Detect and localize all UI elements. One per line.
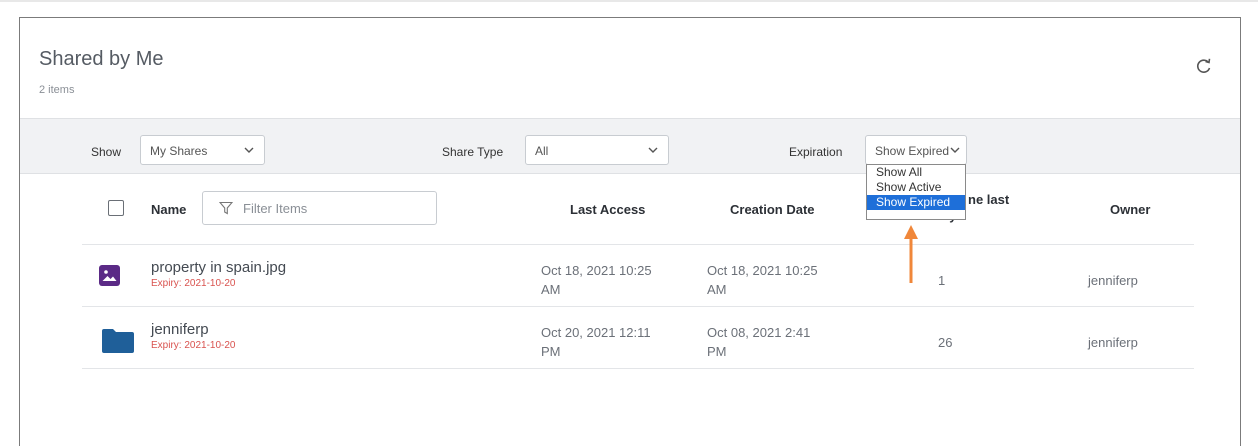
column-owner[interactable]: Owner [1110, 202, 1150, 217]
owner-cell: jenniferp [1088, 273, 1138, 288]
expiration-select[interactable]: Show Expired [865, 135, 967, 165]
column-name[interactable]: Name [151, 202, 186, 217]
share-type-label: Share Type [442, 145, 504, 159]
page-title: Shared by Me [39, 48, 164, 70]
expiration-select-value: Show Expired [875, 144, 950, 158]
last-access-date: Oct 18, 2021 10:25 [541, 263, 652, 278]
table-row[interactable]: jenniferp Expiry: 2021-10-20 Oct 20, 202… [82, 306, 1194, 368]
creation-date: Oct 08, 2021 2:41 [707, 325, 811, 340]
owner-cell: jenniferp [1088, 335, 1138, 350]
annotation-arrow-icon [904, 225, 918, 283]
chevron-down-icon [648, 147, 658, 153]
table-bottom-divider [82, 368, 1194, 369]
table-header: Name Last Access Creation Date ne last 3… [82, 174, 1194, 244]
expiry-date: Expiry: 2021-10-20 [151, 278, 236, 289]
top-divider [0, 0, 1258, 2]
item-count: 2 items [39, 84, 75, 96]
expiration-dropdown-menu: Show All Show Active Show Expired [866, 164, 966, 220]
creation-ampm: AM [707, 282, 727, 297]
last-access-cell: Oct 20, 2021 12:11 PM [541, 323, 651, 361]
column-last-access[interactable]: Last Access [570, 202, 645, 217]
share-type-select[interactable]: All [525, 135, 669, 165]
filter-bar: Show My Shares Share Type All Expiration… [20, 118, 1240, 174]
refresh-icon[interactable] [1194, 56, 1214, 76]
column-creation-date[interactable]: Creation Date [730, 202, 815, 217]
select-all-checkbox[interactable] [108, 200, 124, 216]
share-type-select-value: All [535, 144, 549, 158]
show-select-value: My Shares [150, 144, 208, 158]
last-access-cell: Oct 18, 2021 10:25 AM [541, 261, 652, 299]
shared-by-me-panel: Shared by Me 2 items Show My Shares Shar… [19, 17, 1241, 446]
option-show-all[interactable]: Show All [867, 165, 965, 180]
expiry-date: Expiry: 2021-10-20 [151, 340, 236, 351]
filter-items-input[interactable] [243, 201, 423, 216]
last-access-ampm: AM [541, 282, 561, 297]
chevron-down-icon [244, 147, 254, 153]
option-show-expired[interactable]: Show Expired [867, 195, 965, 210]
creation-date-cell: Oct 08, 2021 2:41 PM [707, 323, 810, 361]
table-row[interactable]: property in spain.jpg Expiry: 2021-10-20… [82, 244, 1194, 306]
panel-header: Shared by Me 2 items [20, 18, 1240, 118]
downloads-cell: 26 [938, 335, 953, 350]
chevron-down-icon [950, 146, 960, 154]
expiration-label: Expiration [789, 145, 843, 159]
folder-icon [102, 329, 134, 353]
filter-funnel-icon [219, 201, 233, 215]
show-label: Show [91, 145, 122, 159]
creation-ampm: PM [707, 344, 727, 359]
file-name[interactable]: property in spain.jpg [151, 259, 286, 276]
file-name[interactable]: jenniferp [151, 321, 209, 338]
creation-date: Oct 18, 2021 10:25 [707, 263, 818, 278]
column-downloads-line1: ne last [968, 192, 1010, 207]
last-access-ampm: PM [541, 344, 561, 359]
image-file-icon [99, 265, 120, 286]
downloads-cell: 1 [938, 273, 946, 288]
last-access-date: Oct 20, 2021 12:11 [541, 325, 651, 340]
show-select[interactable]: My Shares [140, 135, 265, 165]
option-show-active[interactable]: Show Active [867, 180, 965, 195]
creation-date-cell: Oct 18, 2021 10:25 AM [707, 261, 818, 299]
filter-items-box [202, 191, 437, 225]
